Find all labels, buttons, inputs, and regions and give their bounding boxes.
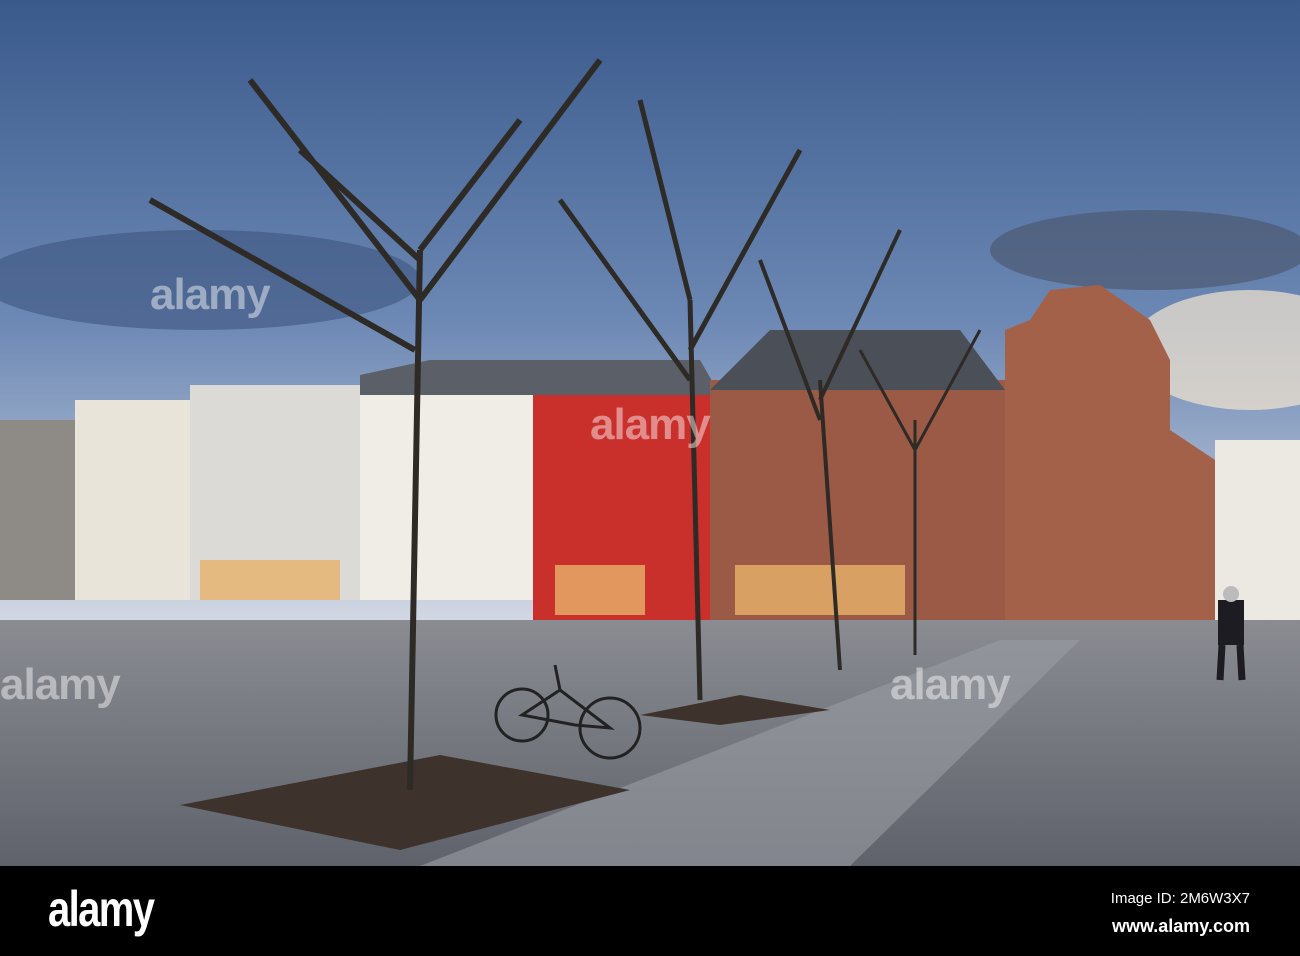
cloud: [990, 210, 1300, 290]
site-url: www.alamy.com: [1111, 916, 1250, 936]
stock-photo: alamy alamy alamy alamy alamy Image ID: …: [0, 0, 1300, 956]
watermark: alamy: [890, 660, 1011, 709]
watermark: alamy: [0, 660, 121, 709]
watermark: alamy: [150, 270, 271, 319]
image-id: Image ID: 2M6W3X7: [1110, 890, 1250, 907]
footer-bar: alamy Image ID: 2M6W3X7 www.alamy.com: [0, 866, 1300, 956]
watermark: alamy: [590, 400, 711, 449]
alamy-logo: alamy: [48, 881, 155, 937]
